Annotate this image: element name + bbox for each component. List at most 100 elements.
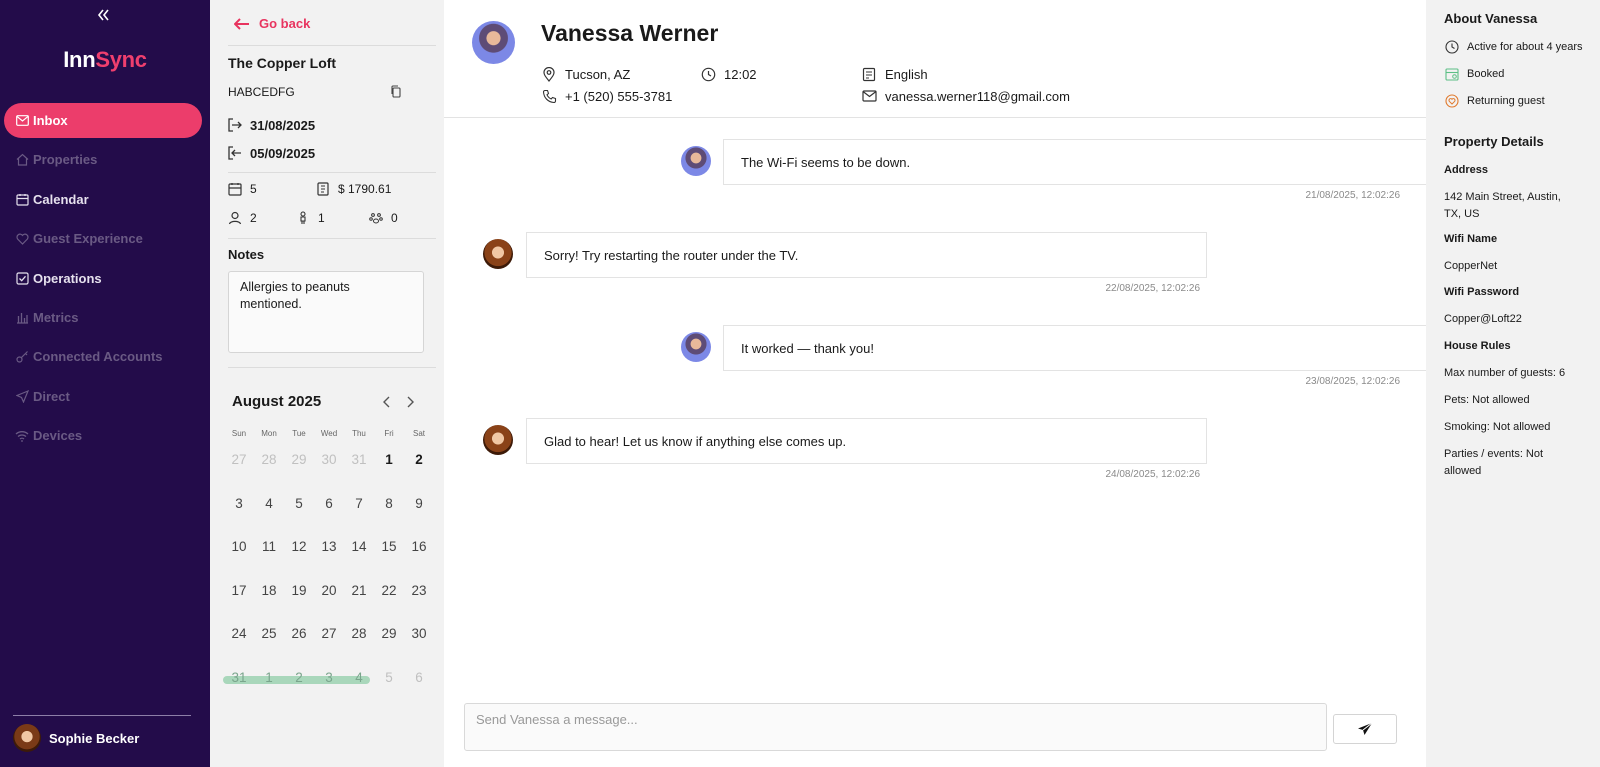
calendar-day[interactable]: 16 <box>404 539 434 554</box>
total-price: $ 1790.61 <box>314 180 391 198</box>
clock-icon <box>700 66 716 82</box>
sidebar-user[interactable]: Sophie Becker <box>13 723 139 753</box>
calendar-day[interactable]: 29 <box>284 452 314 467</box>
message-input[interactable]: Send Vanessa a message... <box>464 703 1327 751</box>
property-details-title: Property Details <box>1444 134 1544 149</box>
calendar-day[interactable]: 1 <box>374 452 404 467</box>
calendar-day[interactable]: 27 <box>314 626 344 641</box>
calendar-day[interactable]: 25 <box>254 626 284 641</box>
sidebar-item-calendar[interactable]: Calendar <box>4 182 202 217</box>
calendar-day[interactable]: 2 <box>404 452 434 467</box>
divider <box>228 238 436 239</box>
children: 1 <box>294 209 325 227</box>
header-divider <box>444 117 1426 118</box>
wifi-icon <box>15 429 29 443</box>
calendar-day[interactable]: 3 <box>224 496 254 511</box>
sidebar-item-properties[interactable]: Properties <box>4 142 202 177</box>
calendar-day[interactable]: 4 <box>344 670 374 685</box>
calendar-day[interactable]: 5 <box>284 496 314 511</box>
calendar-day[interactable]: 14 <box>344 539 374 554</box>
calendar-day[interactable]: 28 <box>254 452 284 467</box>
calendar-day[interactable]: 29 <box>374 626 404 641</box>
mail-icon <box>15 114 29 128</box>
calendar-day[interactable]: 30 <box>314 452 344 467</box>
calendar-day[interactable]: 19 <box>284 583 314 598</box>
collapse-sidebar-icon[interactable] <box>94 6 112 24</box>
guest-email[interactable]: vanessa.werner118@gmail.com <box>861 88 1070 104</box>
divider <box>228 172 436 173</box>
wifi-name-value: CopperNet <box>1444 260 1498 272</box>
sidebar-item-label: Direct <box>33 388 70 404</box>
calendar-day[interactable]: 1 <box>254 670 284 685</box>
calendar-week-row: 10 11 12 13 14 15 16 <box>224 525 434 569</box>
go-back-link[interactable]: Go back <box>234 16 310 31</box>
address-label: Address <box>1444 164 1489 176</box>
calendar-day[interactable]: 24 <box>224 626 254 641</box>
calendar-day[interactable]: 15 <box>374 539 404 554</box>
calendar-day[interactable]: 23 <box>404 583 434 598</box>
sidebar-item-devices[interactable]: Devices <box>4 418 202 453</box>
sidebar-item-label: Devices <box>33 428 83 444</box>
guest-phone[interactable]: +1 (520) 555-3781 <box>541 88 672 104</box>
sidebar: InnSync Inbox Properties Calendar Guest Exp… <box>0 0 210 767</box>
calendar-day[interactable]: 21 <box>344 583 374 598</box>
sidebar-item-label: Operations <box>33 270 102 286</box>
calendar-day[interactable]: 11 <box>254 539 284 554</box>
calendar-day[interactable]: 30 <box>404 626 434 641</box>
booked-icon <box>1444 66 1459 81</box>
copy-icon[interactable] <box>390 85 402 98</box>
address-value: 142 Main Street, Austin, TX, US <box>1444 191 1561 220</box>
next-month-icon[interactable] <box>405 396 415 408</box>
calendar-day[interactable]: 6 <box>404 670 434 685</box>
calendar-day[interactable]: 10 <box>224 539 254 554</box>
house-rules-label: House Rules <box>1444 340 1511 352</box>
calendar-day[interactable]: 17 <box>224 583 254 598</box>
send-icon <box>15 389 29 403</box>
calendar-day[interactable]: 13 <box>314 539 344 554</box>
prev-month-icon[interactable] <box>382 396 392 408</box>
paw-icon <box>367 209 385 227</box>
calendar-day[interactable]: 31 <box>344 452 374 467</box>
calendar-day[interactable]: 9 <box>404 496 434 511</box>
calendar-day[interactable]: 22 <box>374 583 404 598</box>
sidebar-item-label: Connected Accounts <box>33 349 163 365</box>
sidebar-item-inbox[interactable]: Inbox <box>4 103 202 138</box>
calendar-day[interactable]: 8 <box>374 496 404 511</box>
sidebar-divider <box>13 715 191 716</box>
calendar-day[interactable]: 12 <box>284 539 314 554</box>
calendar-day[interactable]: 5 <box>374 670 404 685</box>
calendar-day[interactable]: 4 <box>254 496 284 511</box>
sidebar-item-connected-accounts[interactable]: Connected Accounts <box>4 339 202 374</box>
sidebar-item-guest-experience[interactable]: Guest Experience <box>4 221 202 256</box>
calendar-day[interactable]: 26 <box>284 626 314 641</box>
guest-local-time-text: 12:02 <box>724 66 757 82</box>
message-timestamp: 22/08/2025, 12:02:26 <box>1105 283 1200 294</box>
house-rule: Pets: Not allowed <box>1444 394 1530 406</box>
calendar-day[interactable]: 7 <box>344 496 374 511</box>
message-bubble: Sorry! Try restarting the router under t… <box>526 232 1207 278</box>
about-active-text: Active for about 4 years <box>1467 40 1583 53</box>
guest-info-panel: About Vanessa Active for about 4 years B… <box>1426 0 1600 767</box>
calendar-day[interactable]: 27 <box>224 452 254 467</box>
calendar-day[interactable]: 2 <box>284 670 314 685</box>
calendar-day[interactable]: 6 <box>314 496 344 511</box>
sidebar-item-operations[interactable]: Operations <box>4 261 202 296</box>
send-button[interactable] <box>1333 714 1397 744</box>
children-value: 1 <box>318 211 325 225</box>
sidebar-item-metrics[interactable]: Metrics <box>4 300 202 335</box>
calendar-day[interactable]: 31 <box>224 670 254 685</box>
weekday-label: Tue <box>292 429 306 438</box>
sidebar-item-direct[interactable]: Direct <box>4 379 202 414</box>
child-icon <box>294 209 312 227</box>
calendar-day[interactable]: 18 <box>254 583 284 598</box>
notes-textarea[interactable]: Allergies to peanuts mentioned. <box>228 271 424 353</box>
calendar-day[interactable]: 3 <box>314 670 344 685</box>
calendar-day[interactable]: 20 <box>314 583 344 598</box>
sidebar-item-label: Calendar <box>33 191 89 207</box>
host-avatar <box>483 239 513 269</box>
app-logo: InnSync <box>63 47 147 72</box>
adults-value: 2 <box>250 211 257 225</box>
nights: 5 <box>226 180 257 198</box>
calendar-week-row: 27 28 29 30 31 1 2 <box>224 438 434 482</box>
calendar-day[interactable]: 28 <box>344 626 374 641</box>
